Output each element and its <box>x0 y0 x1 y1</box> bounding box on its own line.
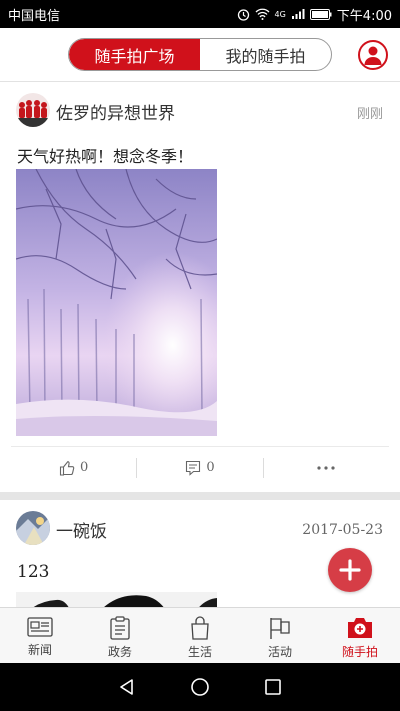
tab-snapshot[interactable]: 随手拍 <box>320 608 400 663</box>
post-photo[interactable] <box>16 169 217 436</box>
tab-label: 随手拍 <box>341 645 378 659</box>
post-time: 2017-05-23 <box>302 522 383 538</box>
tab-square[interactable]: 随手拍广场 <box>69 39 200 70</box>
shopping-bag-icon <box>191 616 209 640</box>
user-icon <box>364 46 382 65</box>
home-icon[interactable] <box>190 677 210 697</box>
more-icon <box>317 465 335 470</box>
post-photo[interactable] <box>16 592 217 607</box>
tab-life[interactable]: 生活 <box>160 608 240 663</box>
plus-icon <box>339 559 361 581</box>
more-button[interactable] <box>264 465 389 470</box>
tab-label: 政务 <box>107 645 132 659</box>
clock: 下午4:00 <box>336 8 392 24</box>
like-count: 0 <box>80 460 89 475</box>
segment-control: 随手拍广场 我的随手拍 <box>68 38 332 71</box>
post-card[interactable]: 佐罗的异想世界 刚刚 天气好热啊！想念冬季！ 0 0 <box>0 83 400 500</box>
post-header: 一碗饭 2017-05-23 <box>0 500 400 556</box>
status-bar: 中国电信 4G 下午4:00 <box>0 0 400 28</box>
post-time: 刚刚 <box>356 107 383 122</box>
bottom-tab-bar: 新闻 政务 生活 活动 随手拍 <box>0 607 400 663</box>
recents-icon[interactable] <box>263 677 283 697</box>
battery-icon <box>309 8 332 20</box>
tab-label: 新闻 <box>27 643 52 657</box>
post-actions: 0 0 <box>11 446 389 488</box>
tab-government[interactable]: 政务 <box>80 608 160 663</box>
tab-label: 活动 <box>267 645 292 659</box>
add-post-button[interactable] <box>328 548 372 592</box>
author-name[interactable]: 一碗饭 <box>56 517 107 542</box>
comment-count: 0 <box>206 460 215 475</box>
author-name[interactable]: 佐罗的异想世界 <box>56 99 175 124</box>
alarm-icon <box>237 8 249 21</box>
back-icon[interactable] <box>117 677 137 697</box>
post-header: 佐罗的异想世界 刚刚 <box>0 83 400 135</box>
profile-button[interactable] <box>358 40 388 70</box>
comment-button[interactable]: 0 <box>137 460 262 476</box>
tab-activities[interactable]: 活动 <box>240 608 320 663</box>
top-header: 随手拍广场 我的随手拍 <box>0 28 400 82</box>
post-separator <box>0 492 400 500</box>
tab-label: 生活 <box>187 645 212 659</box>
tab-mine[interactable]: 我的随手拍 <box>200 39 331 70</box>
thumbs-up-icon <box>59 460 75 476</box>
system-nav-bar <box>0 663 400 711</box>
post-feed[interactable]: 佐罗的异想世界 刚刚 天气好热啊！想念冬季！ 0 0 一碗饭 2017-05-2… <box>0 83 400 607</box>
wifi-icon <box>255 8 269 20</box>
status-icons: 4G 下午4:00 <box>237 5 392 24</box>
carrier-label: 中国电信 <box>8 8 61 24</box>
like-button[interactable]: 0 <box>11 460 136 476</box>
camera-icon <box>348 618 372 638</box>
flag-icon <box>270 618 290 639</box>
author-avatar[interactable] <box>16 511 50 545</box>
author-avatar[interactable] <box>16 93 50 127</box>
post-text: 天气好热啊！想念冬季！ <box>17 147 194 166</box>
news-icon <box>27 617 53 637</box>
clipboard-icon <box>110 616 130 640</box>
signal-icon <box>291 9 305 19</box>
tab-news[interactable]: 新闻 <box>0 608 80 663</box>
comment-icon <box>186 460 201 476</box>
network-type: 4G <box>274 9 286 19</box>
